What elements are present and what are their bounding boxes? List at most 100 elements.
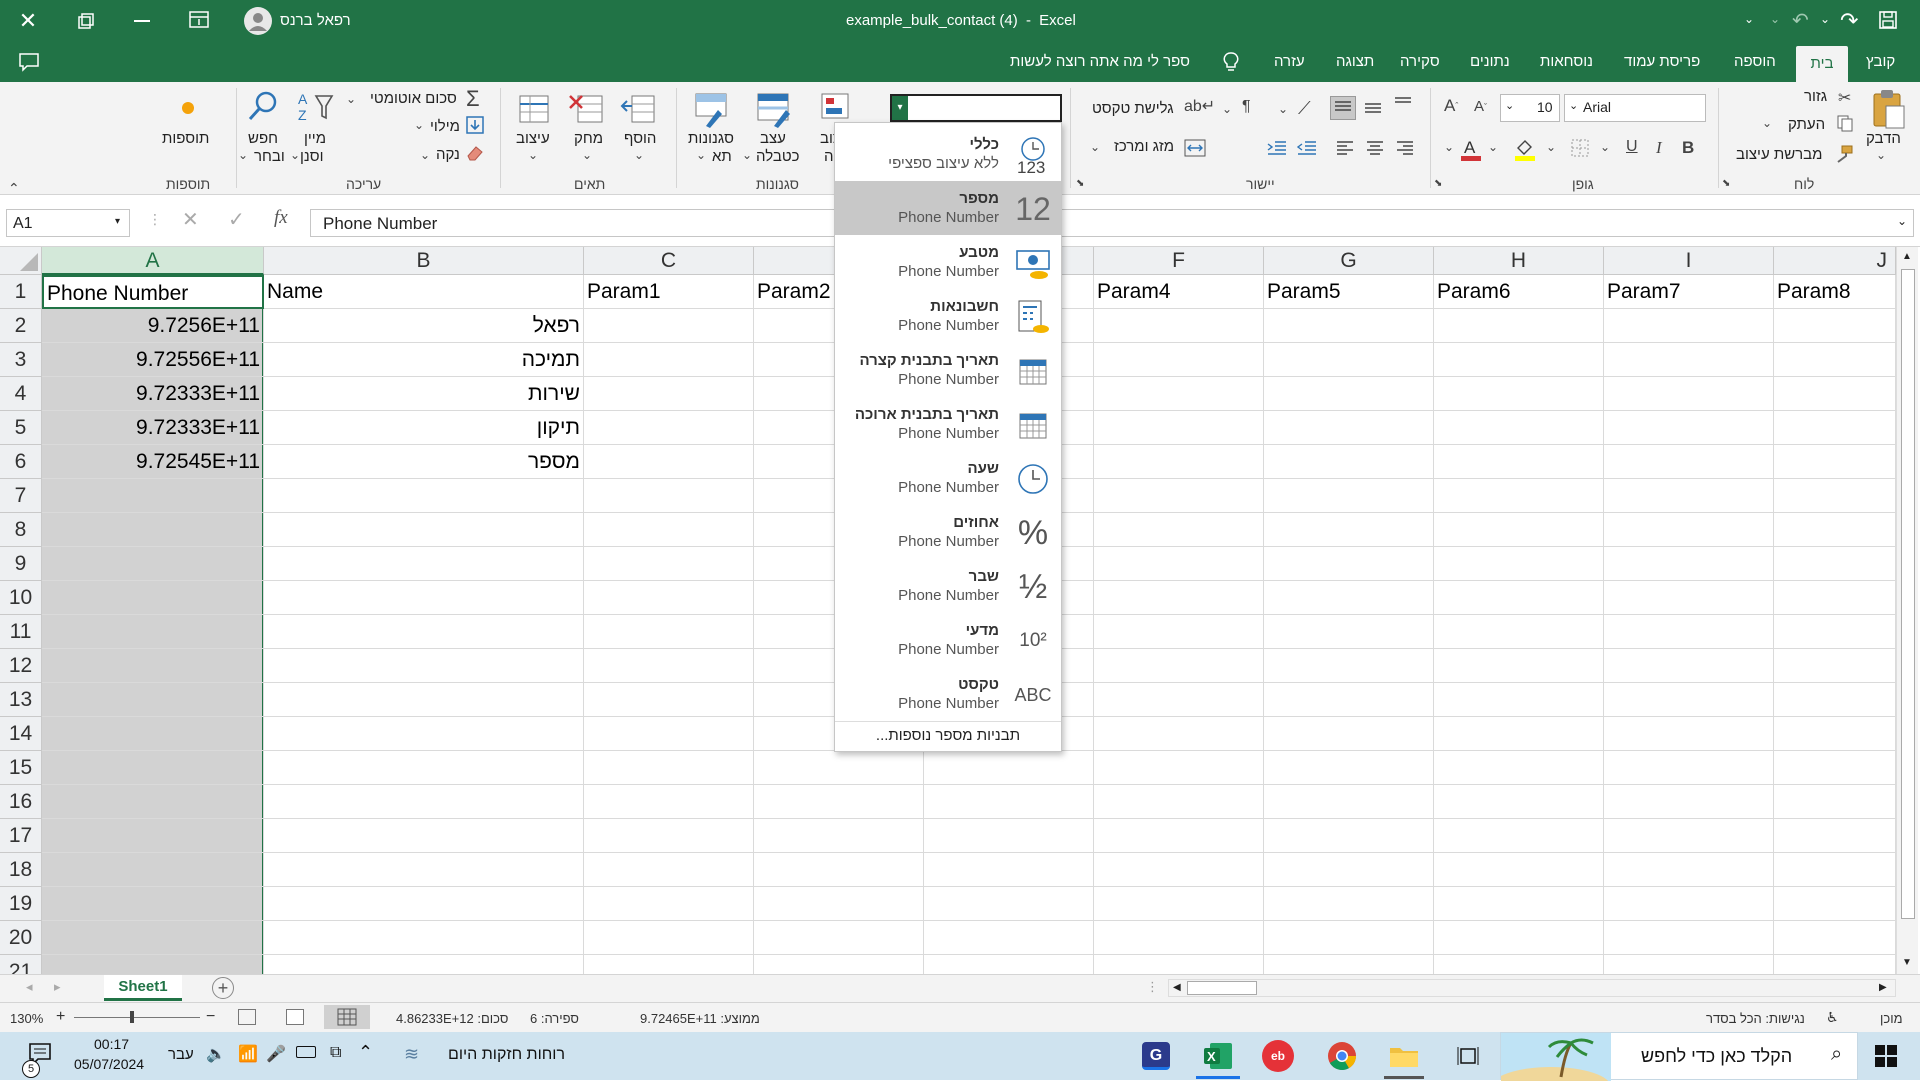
file-explorer-icon[interactable] xyxy=(1388,1040,1420,1072)
cell-a4[interactable]: 9.72333E+11 xyxy=(42,377,264,411)
font-size-combo[interactable]: ⌄ 10 xyxy=(1500,94,1560,122)
fill-color-icon[interactable] xyxy=(1512,136,1538,162)
zoom-level[interactable]: 130% xyxy=(10,1011,43,1026)
tell-me-search[interactable]: ספר לי מה אתה רוצה לעשות xyxy=(1004,42,1196,82)
number-format-option[interactable]: חשבונאות Phone Number xyxy=(835,289,1061,343)
scroll-up-icon[interactable]: ▲ xyxy=(1902,251,1912,262)
chrome-icon[interactable] xyxy=(1326,1040,1358,1072)
zoom-slider-thumb[interactable] xyxy=(130,1011,134,1023)
sort-dropdown-icon[interactable]: ⌄ xyxy=(290,148,300,162)
wrap-text-icon[interactable]: ab↵ xyxy=(1184,96,1215,116)
font-color-dropdown-icon[interactable]: ⌄ xyxy=(1488,140,1498,154)
cell-b2[interactable]: רפאל xyxy=(264,309,584,343)
borders-icon[interactable] xyxy=(1570,138,1590,158)
clear-dropdown-icon[interactable]: ⌄ xyxy=(420,148,430,162)
find-dropdown-icon[interactable]: ⌄ xyxy=(238,148,248,162)
cell-a6[interactable]: 9.72545E+11 xyxy=(42,445,264,479)
status-average[interactable]: ממוצע: 9.72465E+11 xyxy=(640,1011,760,1026)
horizontal-scroll-thumb[interactable] xyxy=(1187,981,1257,995)
column-header-h[interactable]: H xyxy=(1434,247,1604,275)
ribbon-display-icon[interactable] xyxy=(188,10,210,30)
cell-b5[interactable]: תיקון xyxy=(264,411,584,445)
expand-formula-icon[interactable]: ⌄ xyxy=(1897,214,1907,228)
format-as-table-icon[interactable] xyxy=(754,90,794,128)
cell-g1[interactable]: Param5 xyxy=(1264,275,1434,309)
number-format-option[interactable]: % אחוזים Phone Number xyxy=(835,505,1061,559)
insert-cells-label[interactable]: הוסף xyxy=(624,130,656,147)
number-format-option[interactable]: 10² מדעי Phone Number xyxy=(835,613,1061,667)
alignment-launcher-icon[interactable]: ⬊ xyxy=(1434,178,1442,189)
format-cells-icon[interactable] xyxy=(516,90,554,128)
row-header[interactable]: 21 xyxy=(0,955,42,974)
bold-button[interactable]: B xyxy=(1682,138,1694,158)
sort-label-1[interactable]: מיין xyxy=(304,130,326,147)
eraser-icon[interactable] xyxy=(466,144,484,162)
task-view-icon[interactable] xyxy=(1456,1044,1480,1068)
row-header[interactable]: 17 xyxy=(0,819,42,853)
fill-down-icon[interactable] xyxy=(466,116,484,134)
cell-b4[interactable]: שירות xyxy=(264,377,584,411)
format-cells-dropdown-icon[interactable]: ⌄ xyxy=(528,148,538,162)
wrap-text-label[interactable]: גלישת טקסט xyxy=(1092,100,1174,117)
autosum-label[interactable]: סכום אוטומטי xyxy=(370,90,457,107)
status-count[interactable]: ספירה: 6 xyxy=(530,1011,579,1026)
number-format-combo[interactable]: ▾ xyxy=(890,94,1062,122)
paste-label[interactable]: הדבק xyxy=(1866,130,1901,147)
format-table-label-2[interactable]: כטבלה xyxy=(756,148,800,165)
number-format-option[interactable]: תאריך בתבנית קצרה Phone Number xyxy=(835,343,1061,397)
delete-cells-dropdown-icon[interactable]: ⌄ xyxy=(582,148,592,162)
number-launcher-icon[interactable]: ⬊ xyxy=(1076,178,1084,189)
paste-dropdown-icon[interactable]: ⌄ xyxy=(1876,148,1886,162)
find-label-2[interactable]: ובחר xyxy=(254,148,285,165)
windows-start-icon[interactable] xyxy=(1874,1044,1898,1068)
align-center-icon[interactable] xyxy=(1364,138,1386,158)
scroll-left-icon[interactable]: ◀ xyxy=(1173,982,1181,993)
text-direction-icon[interactable]: ¶ xyxy=(1242,98,1251,116)
redo-dropdown-icon[interactable]: ⌄ xyxy=(1770,12,1780,26)
status-sum[interactable]: סכום: 4.86233E+12 xyxy=(396,1011,508,1026)
align-middle-icon[interactable] xyxy=(1362,98,1384,118)
font-color-icon[interactable]: A xyxy=(1458,136,1484,162)
row-header[interactable]: 18 xyxy=(0,853,42,887)
sort-label-2[interactable]: וסנן xyxy=(300,148,323,165)
tab-page-layout[interactable]: פריסת עמוד xyxy=(1618,42,1706,82)
avatar[interactable] xyxy=(244,7,272,35)
insert-cells-icon[interactable] xyxy=(620,90,658,128)
weather-icon[interactable]: ≋ xyxy=(404,1044,419,1065)
copy-icon[interactable] xyxy=(1836,114,1854,132)
column-header-i[interactable]: I xyxy=(1604,247,1774,275)
zoom-slider[interactable] xyxy=(74,1011,200,1023)
number-format-option[interactable]: מטבע Phone Number xyxy=(835,235,1061,289)
vertical-scroll-thumb[interactable] xyxy=(1901,269,1915,919)
add-sheet-icon[interactable]: + xyxy=(212,977,234,999)
format-table-dropdown-icon[interactable]: ⌄ xyxy=(742,148,752,162)
minimize-window-icon[interactable] xyxy=(134,20,150,22)
row-header[interactable]: 10 xyxy=(0,581,42,615)
format-dropdown-icon[interactable]: ⌄ xyxy=(1444,140,1454,154)
number-format-option[interactable]: ABC טקסט Phone Number xyxy=(835,667,1061,721)
taskbar-search[interactable]: הקלד כאן כדי לחפש ⌕ xyxy=(1500,1032,1858,1081)
cell-styles-icon[interactable] xyxy=(692,90,732,128)
row-header[interactable]: 8 xyxy=(0,513,42,547)
zoom-out-icon[interactable]: − xyxy=(206,1008,215,1026)
row-header[interactable]: 3 xyxy=(0,343,42,377)
customize-qat-icon[interactable]: ⌄ xyxy=(1744,12,1754,26)
indent-increase-icon[interactable] xyxy=(1266,138,1288,158)
wifi-icon[interactable]: 📶 xyxy=(238,1044,258,1064)
display-icon[interactable]: ⧉ xyxy=(330,1044,341,1062)
number-format-option[interactable]: ½ שבר Phone Number xyxy=(835,559,1061,613)
cell-a2[interactable]: 9.7256E+11 xyxy=(42,309,264,343)
weather-text[interactable]: רוחות חזקות היום xyxy=(448,1046,565,1064)
conditional-format-label-2[interactable]: ה xyxy=(824,148,834,165)
clock-date[interactable]: 05/07/2024 xyxy=(74,1056,144,1072)
show-hidden-icons-icon[interactable]: ⌃ xyxy=(358,1042,373,1063)
row-header[interactable]: 13 xyxy=(0,683,42,717)
accessibility-status[interactable]: נגישות: הכל בסדר xyxy=(1706,1011,1805,1026)
row-header[interactable]: 7 xyxy=(0,479,42,513)
number-format-option[interactable]: 12 מספר Phone Number xyxy=(835,181,1061,235)
excel-taskbar-icon[interactable]: X xyxy=(1202,1040,1234,1072)
decrease-font-icon[interactable]: Aˇ xyxy=(1474,98,1487,115)
font-launcher-icon[interactable]: ⬊ xyxy=(1722,178,1730,189)
confirm-entry-icon[interactable]: ✓ xyxy=(228,207,245,232)
normal-view-icon[interactable] xyxy=(324,1005,370,1029)
